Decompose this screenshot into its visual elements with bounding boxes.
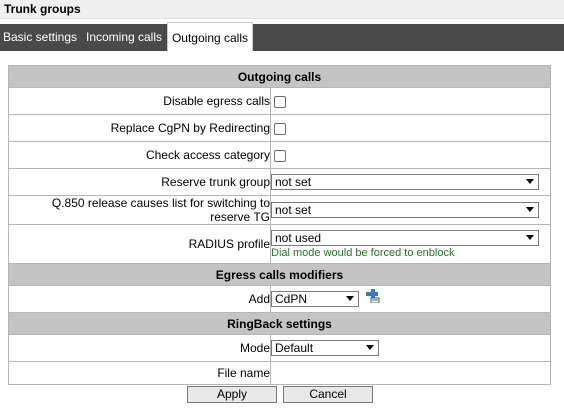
ringback-mode-label: Mode (8, 334, 271, 362)
settings-form: Outgoing calls Disable egress calls Repl… (8, 65, 551, 385)
window-title: Trunk groups (0, 0, 564, 19)
section-ringback: RingBack settings (8, 312, 551, 335)
tab-incoming-calls[interactable]: Incoming calls (82, 24, 166, 51)
file-name-value (270, 361, 551, 385)
reserve-trunk-select[interactable]: not set (271, 174, 539, 190)
radius-value: not used (275, 230, 322, 245)
add-modifier-icon[interactable] (366, 289, 380, 303)
section-egress-modifiers: Egress calls modifiers (8, 263, 551, 286)
add-modifier-select[interactable]: CdPN (271, 291, 359, 307)
chevron-down-icon (366, 345, 374, 350)
disable-egress-label: Disable egress calls (8, 87, 271, 115)
ringback-mode-select[interactable]: Default (271, 340, 379, 356)
q850-value: not set (275, 203, 312, 217)
apply-button[interactable]: Apply (187, 386, 277, 403)
add-modifier-label: Add (8, 285, 271, 313)
chevron-down-icon (526, 207, 534, 212)
ringback-mode-value: Default (275, 341, 314, 355)
chevron-down-icon (526, 179, 534, 184)
chevron-down-icon (346, 296, 354, 301)
q850-select[interactable]: not set (271, 202, 539, 218)
tab-basic-settings[interactable]: Basic settings (0, 24, 80, 51)
reserve-trunk-label: Reserve trunk group (8, 168, 271, 196)
radius-select[interactable]: not used (271, 229, 539, 246)
radius-label: RADIUS profile (8, 224, 271, 264)
disable-egress-checkbox[interactable] (274, 95, 286, 108)
replace-cgpn-label: Replace CgPN by Redirecting (8, 114, 271, 142)
q850-label: Q.850 release causes list for switching … (8, 195, 271, 225)
replace-cgpn-checkbox[interactable] (274, 122, 286, 135)
tab-outgoing-calls[interactable]: Outgoing calls (167, 22, 253, 51)
radius-note: Dial mode would be forced to enblock (271, 246, 455, 259)
tab-bar: Basic settings Incoming calls Outgoing c… (0, 22, 564, 51)
add-modifier-value: CdPN (275, 292, 308, 306)
chevron-down-icon (526, 234, 534, 240)
reserve-trunk-value: not set (275, 175, 312, 189)
check-access-label: Check access category (8, 141, 271, 169)
file-name-label: File name (8, 361, 271, 385)
cancel-button[interactable]: Cancel (283, 386, 373, 403)
section-outgoing-calls: Outgoing calls (8, 65, 551, 88)
check-access-checkbox[interactable] (274, 149, 286, 162)
